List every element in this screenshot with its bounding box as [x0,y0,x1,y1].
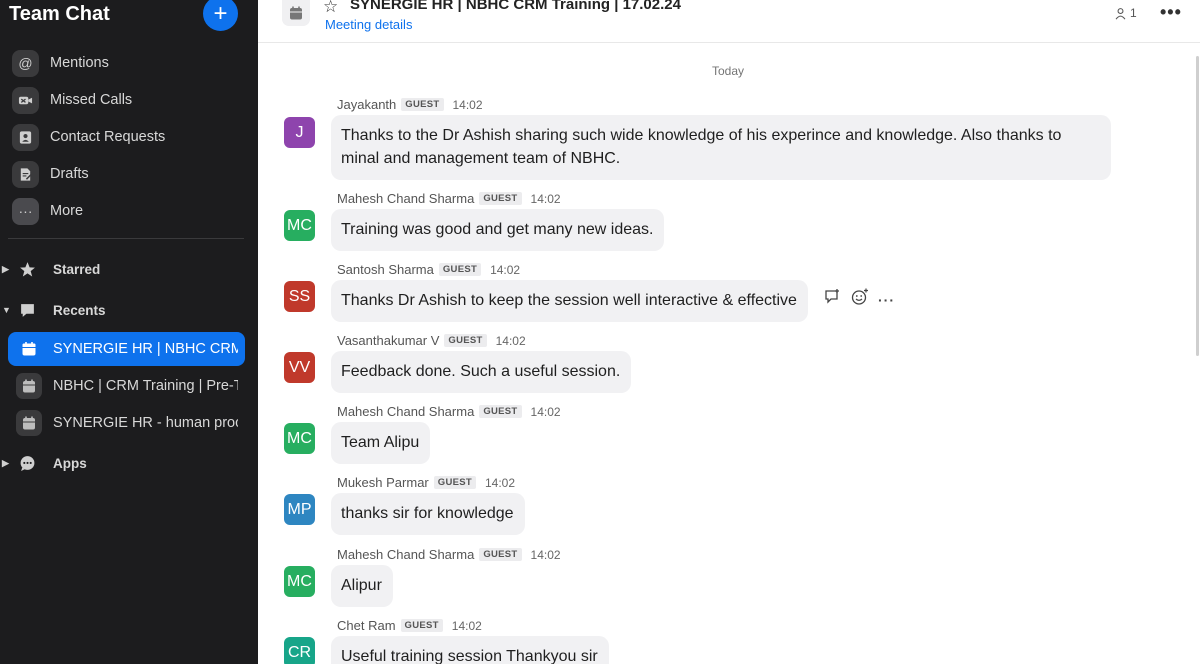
chevron-right-icon: ▶ [2,263,9,274]
chevron-right-icon: ▶ [2,457,9,468]
guest-badge: GUEST [400,619,443,632]
sidebar-item-drafts[interactable]: Drafts [8,157,244,191]
more-icon: ··· [12,197,39,225]
message-time: 14:02 [530,547,561,562]
sidebar-item-label: Contact Requests [50,129,166,145]
calendar-icon [16,373,42,399]
section-label: Starred [53,261,101,277]
sidebar-item-more[interactable]: ··· More [8,194,244,228]
more-options-button[interactable]: ••• [1160,2,1182,23]
chevron-down-icon: ▼ [2,305,11,315]
sender-name[interactable]: Mukesh Parmar [337,475,429,490]
recent-chat-item[interactable]: SYNERGIE HR | NBHC CRM Training | 17.02.… [8,332,245,366]
avatar[interactable]: MC [284,210,315,241]
avatar[interactable]: CR [284,637,315,664]
members-button[interactable]: 1 [1114,6,1137,20]
section-recents[interactable]: ▼ Recents [0,297,250,323]
section-starred[interactable]: ▶ Starred [0,256,250,282]
sender-name[interactable]: Mahesh Chand Sharma [337,404,474,419]
app-title: Team Chat [9,3,110,25]
sidebar-item-missed-calls[interactable]: Missed Calls [8,83,244,117]
avatar[interactable]: J [284,117,315,148]
message-bubble[interactable]: Team Alipu [331,422,431,464]
sidebar-item-label: Mentions [50,55,109,71]
message-actions: ··· [824,288,895,311]
calendar-icon [282,0,310,26]
message-time: 14:02 [451,618,482,633]
calendar-icon [16,336,42,362]
guest-badge: GUEST [479,192,522,205]
recent-chat-label: SYNERGIE HR - human process [53,415,238,431]
section-label: Apps [53,455,87,471]
sidebar-item-mentions[interactable]: @ Mentions [8,46,244,80]
star-icon[interactable]: ☆ [323,0,338,17]
message-bubble[interactable]: Training was good and get many new ideas… [331,209,665,251]
reply-icon[interactable] [824,288,842,311]
recent-chat-label: NBHC | CRM Training | Pre-Training [53,378,238,394]
sender-name[interactable]: Mahesh Chand Sharma [337,547,474,562]
guest-badge: GUEST [444,334,487,347]
person-icon [1115,7,1126,20]
recent-chat-item[interactable]: SYNERGIE HR - human process [8,406,245,440]
scrollbar[interactable] [1196,56,1199,356]
guest-badge: GUEST [479,548,522,561]
guest-badge: GUEST [433,476,476,489]
chat-bubble-icon [16,302,38,319]
member-count: 1 [1130,6,1137,20]
sidebar-item-label: More [50,203,84,219]
calendar-icon [16,410,42,436]
message-time: 14:02 [530,191,561,206]
message-time: 14:02 [530,404,561,419]
new-chat-button[interactable]: + [203,0,238,31]
sidebar-item-contact-requests[interactable]: Contact Requests [8,120,244,154]
message-time: 14:02 [484,475,516,490]
section-apps[interactable]: ▶ Apps [0,450,250,476]
apps-chat-icon [16,455,38,472]
avatar[interactable]: MC [284,423,315,454]
sidebar: Team Chat + @ Mentions Missed Calls Cont… [0,0,258,664]
chat-title: SYNERGIE HR | NBHC CRM Training | 17.02.… [350,0,681,13]
avatar[interactable]: SS [284,281,315,312]
drafts-icon [12,160,39,188]
message-time: 14:02 [490,262,521,277]
day-separator: Today [711,64,745,78]
chat-header: ☆ SYNERGIE HR | NBHC CRM Training | 17.0… [258,0,1200,43]
message-bubble[interactable]: Feedback done. Such a useful session. [331,351,632,393]
sidebar-item-label: Drafts [50,166,89,182]
message-bubble[interactable]: Alipur [331,565,393,607]
message-bubble[interactable]: Thanks Dr Ashish to keep the session wel… [331,280,808,322]
sender-name[interactable]: Chet Ram [337,618,396,633]
message-bubble[interactable]: thanks sir for knowledge [331,493,525,535]
chat-main: ☆ SYNERGIE HR | NBHC CRM Training | 17.0… [258,0,1200,664]
guest-badge: GUEST [479,405,522,418]
message-bubble[interactable]: Thanks to the Dr Ashish sharing such wid… [331,115,1111,180]
star-icon [16,261,38,278]
avatar[interactable]: MC [284,566,315,597]
recent-chat-item[interactable]: NBHC | CRM Training | Pre-Training [8,369,245,403]
contact-card-icon [12,123,39,151]
missed-video-icon [12,86,39,114]
guest-badge: GUEST [401,98,444,111]
sender-name[interactable]: Santosh Sharma [337,262,434,277]
avatar[interactable]: VV [284,352,315,383]
at-icon: @ [12,49,39,77]
message-bubble[interactable]: Useful training session Thankyou sir [331,636,609,664]
sidebar-item-label: Missed Calls [50,92,133,108]
avatar[interactable]: MP [284,494,315,525]
more-actions-icon[interactable]: ··· [878,292,895,308]
message-time: 14:02 [495,333,526,348]
sidebar-divider [8,238,244,239]
sender-name[interactable]: Jayakanth [337,97,396,112]
sender-name[interactable]: Mahesh Chand Sharma [337,191,474,206]
sender-name[interactable]: Vasanthakumar V [337,333,439,348]
add-reaction-icon[interactable] [851,288,869,311]
section-label: Recents [53,302,106,318]
recent-chat-label: SYNERGIE HR | NBHC CRM Training | 17.02.… [53,341,238,357]
meeting-details-link[interactable]: Meeting details [325,17,412,32]
message-time: 14:02 [452,97,483,112]
guest-badge: GUEST [438,263,482,276]
